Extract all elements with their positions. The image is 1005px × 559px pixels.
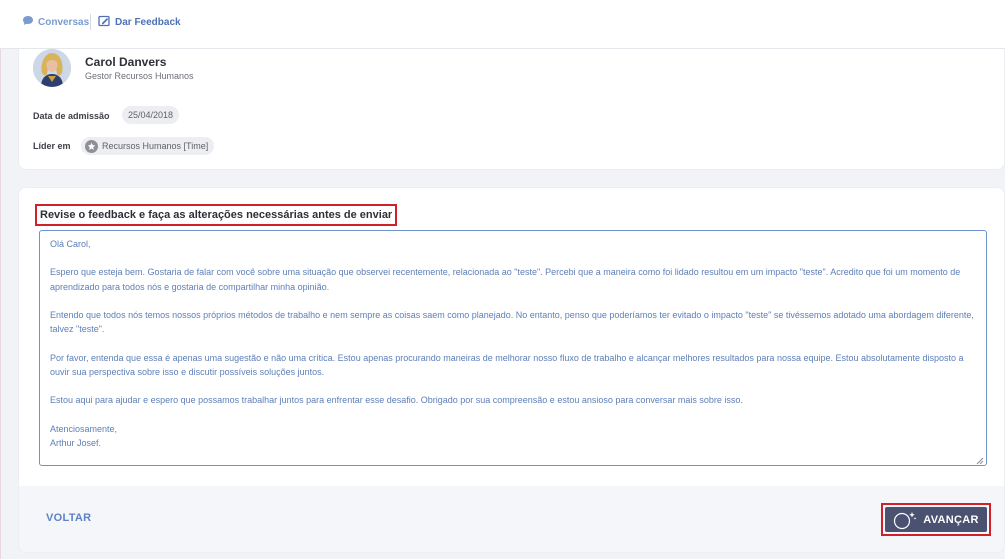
page-edge	[0, 0, 1, 559]
admission-date-chip: 25/04/2018	[122, 106, 180, 124]
message-signature: Arthur Josef.	[50, 437, 102, 448]
message-closing: Atenciosamente,	[50, 423, 118, 434]
breadcrumb-dar-feedback[interactable]: Dar Feedback	[98, 15, 181, 30]
next-button-highlight: AVANÇAR	[881, 503, 991, 536]
profile-name: Carol Danvers	[85, 55, 167, 69]
next-button-label: AVANÇAR	[923, 513, 979, 526]
next-button[interactable]: AVANÇAR	[885, 507, 987, 532]
breadcrumb-conversas[interactable]: Conversas	[22, 15, 89, 29]
feedback-textarea[interactable]: Olá Carol, Espero que esteja bem. Gostar…	[39, 230, 987, 466]
admission-label: Data de admissão	[33, 111, 110, 121]
ai-sparkle-icon	[893, 510, 917, 530]
message-paragraph-3: Por favor, entenda que essa é apenas uma…	[50, 352, 964, 377]
edit-feedback-icon	[98, 15, 115, 30]
leader-label: Líder em	[33, 141, 71, 151]
review-title: Revise o feedback e faça as alterações n…	[35, 204, 398, 226]
breadcrumb-label: Dar Feedback	[115, 17, 181, 28]
team-star-icon	[85, 139, 98, 153]
leader-team-chip: Recursos Humanos [Time]	[81, 137, 215, 155]
message-greeting: Olá Carol,	[50, 239, 91, 249]
review-footer: VOLTAR AVANÇAR	[19, 486, 1004, 552]
message-paragraph-4: Estou aqui para ajudar e espero que poss…	[50, 395, 743, 406]
avatar	[33, 49, 71, 87]
breadcrumb-label: Conversas	[38, 16, 90, 28]
chat-bubble-icon	[22, 15, 38, 29]
leader-team-label: Recursos Humanos [Time]	[102, 141, 209, 151]
message-paragraph-1: Espero que esteja bem. Gostaria de falar…	[50, 267, 961, 292]
review-card: Revise o feedback e faça as alterações n…	[18, 187, 1005, 553]
top-bar: Conversas Dar Feedback	[0, 0, 1005, 49]
back-button[interactable]: VOLTAR	[46, 512, 91, 524]
profile-card: Carol Danvers Gestor Recursos Humanos Da…	[18, 49, 1005, 170]
profile-role: Gestor Recursos Humanos	[85, 71, 194, 81]
breadcrumb-separator	[90, 14, 91, 30]
resize-handle-icon[interactable]	[976, 455, 984, 465]
message-paragraph-2: Entendo que todos nós temos nossos própr…	[50, 309, 974, 335]
